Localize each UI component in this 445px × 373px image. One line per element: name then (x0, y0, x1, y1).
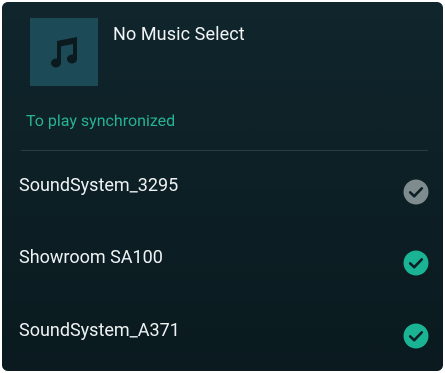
device-name: Showroom SA100 (19, 247, 163, 268)
check-circle-icon[interactable] (403, 323, 429, 349)
now-playing-title: No Music Select (113, 24, 245, 45)
music-note-icon (51, 37, 78, 68)
device-row-soundsystem-a371[interactable]: SoundSystem_A371 (2, 298, 443, 370)
album-art (30, 18, 98, 86)
check-circle-icon[interactable] (403, 179, 429, 205)
device-name: SoundSystem_A371 (19, 320, 180, 341)
device-row-soundsystem-3295[interactable]: SoundSystem_3295 (2, 150, 443, 222)
device-row-showroom-sa100[interactable]: Showroom SA100 (2, 224, 443, 296)
sync-dialog: No Music Select To play synchronized Sou… (2, 2, 443, 371)
section-label: To play synchronized (26, 111, 176, 130)
device-name: SoundSystem_3295 (19, 175, 179, 196)
check-circle-icon[interactable] (403, 250, 429, 276)
